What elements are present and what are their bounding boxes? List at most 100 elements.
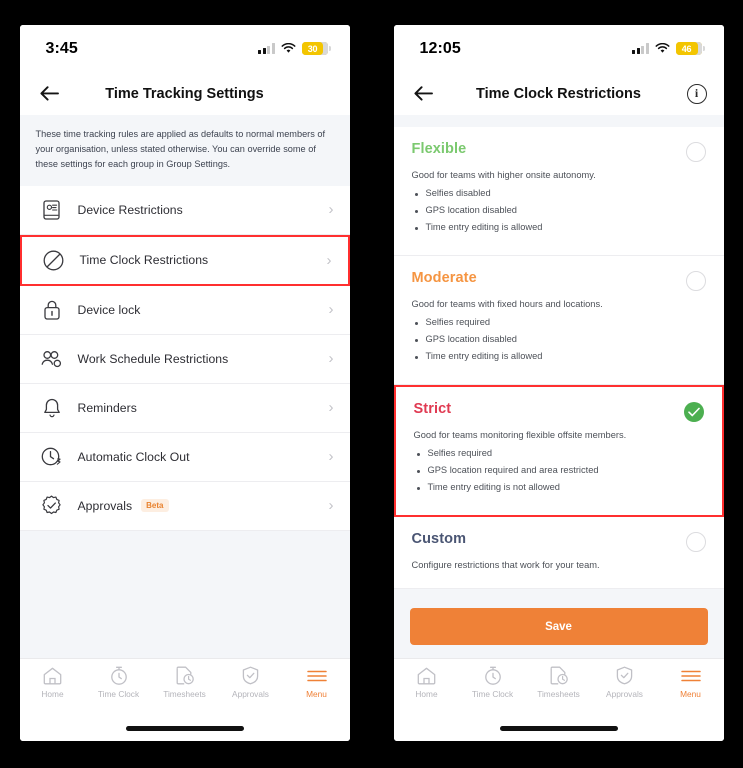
- option-radio-selected[interactable]: [683, 402, 704, 422]
- option-header: Custom: [412, 531, 706, 552]
- device-restrictions-icon: [40, 198, 64, 222]
- tab-label: Home: [415, 689, 438, 699]
- restriction-option-moderate[interactable]: Moderate Good for teams with fixed hours…: [393, 256, 724, 385]
- settings-row-label: Approvals: [77, 498, 133, 513]
- option-radio[interactable]: [685, 532, 706, 552]
- option-bullet-list: Selfies required GPS location required a…: [414, 448, 704, 492]
- settings-row-work-schedule-restrictions[interactable]: Work Schedule Restrictions ›: [19, 334, 350, 384]
- save-button[interactable]: Save: [409, 608, 708, 645]
- battery-icon: 46: [675, 42, 705, 55]
- tab-timesheets[interactable]: Timesheets: [152, 666, 218, 699]
- intro-note: These time tracking rules are applied as…: [19, 115, 350, 186]
- bell-icon: [40, 396, 64, 420]
- tab-home[interactable]: Home: [394, 666, 460, 699]
- option-bullet-list: Selfies disabled GPS location disabled T…: [412, 188, 706, 232]
- option-title: Flexible: [411, 141, 467, 157]
- tab-timesheets[interactable]: Timesheets: [526, 666, 592, 699]
- auto-clock-out-icon: [40, 445, 64, 469]
- tab-time-clock[interactable]: Time Clock: [460, 666, 526, 699]
- list-item: Time entry editing is not allowed: [414, 482, 704, 492]
- settings-row-device-restrictions[interactable]: Device Restrictions ›: [19, 185, 350, 235]
- stopwatch-icon: [110, 666, 128, 685]
- settings-row-label: Device Restrictions: [77, 202, 183, 217]
- back-button[interactable]: [37, 81, 63, 107]
- option-header: Moderate: [412, 270, 706, 291]
- option-description: Good for teams with fixed hours and loca…: [411, 299, 603, 309]
- right-status-bar: 12:05 46: [393, 25, 724, 72]
- settings-row-approvals[interactable]: Approvals Beta ›: [19, 481, 350, 531]
- tab-label: Timesheets: [537, 689, 580, 699]
- home-icon: [43, 666, 62, 685]
- settings-row-time-clock-restrictions[interactable]: Time Clock Restrictions ›: [19, 234, 350, 286]
- settings-row-label: Time Clock Restrictions: [79, 253, 209, 268]
- restriction-option-custom[interactable]: Custom Configure restrictions that work …: [393, 517, 724, 589]
- approvals-badge-icon: [40, 494, 64, 518]
- wifi-icon: [281, 43, 296, 54]
- option-description: Good for teams with higher onsite autono…: [411, 170, 596, 180]
- right-nav-bar: Time Clock Restrictions i: [393, 72, 724, 115]
- right-tab-bar: Home Time Clock Timesheets Approvals Men…: [393, 658, 724, 716]
- cellular-signal-icon: [258, 43, 275, 54]
- lock-icon: [40, 298, 64, 322]
- option-description: Configure restrictions that work for you…: [411, 560, 600, 570]
- tab-approvals[interactable]: Approvals: [218, 666, 284, 699]
- option-bullet-list: Selfies required GPS location disabled T…: [412, 317, 706, 361]
- info-circle-icon[interactable]: i: [686, 83, 707, 104]
- home-indicator: [19, 716, 350, 741]
- home-icon: [417, 666, 436, 685]
- right-screen-body: Flexible Good for teams with higher onsi…: [393, 115, 724, 658]
- tab-label: Timesheets: [163, 689, 206, 699]
- beta-badge: Beta: [141, 498, 169, 513]
- option-radio[interactable]: [685, 142, 706, 162]
- settings-row-label: Automatic Clock Out: [77, 449, 190, 464]
- list-item: GPS location disabled: [412, 205, 706, 215]
- home-indicator: [393, 716, 724, 741]
- settings-row-device-lock[interactable]: Device lock ›: [19, 285, 350, 335]
- timesheet-icon: [550, 666, 568, 685]
- option-title: Moderate: [411, 270, 477, 286]
- back-button[interactable]: [411, 81, 437, 107]
- settings-row-list: Device Restrictions › Time Clock Restric…: [19, 185, 350, 531]
- settings-row-automatic-clock-out[interactable]: Automatic Clock Out ›: [19, 432, 350, 482]
- option-header: Flexible: [412, 141, 706, 162]
- chevron-right-icon: ›: [328, 350, 334, 368]
- settings-row-reminders[interactable]: Reminders ›: [19, 383, 350, 433]
- list-item: Time entry editing is allowed: [412, 351, 706, 361]
- option-description: Good for teams monitoring flexible offsi…: [413, 430, 627, 440]
- restriction-option-strict[interactable]: Strict Good for teams monitoring flexibl…: [393, 385, 724, 517]
- cellular-signal-icon: [632, 43, 649, 54]
- chevron-right-icon: ›: [328, 399, 334, 417]
- tab-label: Menu: [680, 689, 701, 699]
- tab-label: Approvals: [232, 689, 269, 699]
- option-radio[interactable]: [685, 271, 706, 291]
- hamburger-menu-icon: [680, 666, 701, 685]
- settings-row-label: Work Schedule Restrictions: [77, 351, 229, 366]
- tab-label: Time Clock: [97, 689, 140, 699]
- list-item: Selfies required: [414, 448, 704, 458]
- people-icon: [40, 347, 64, 371]
- tab-home[interactable]: Home: [20, 666, 86, 699]
- status-bar-time: 12:05: [419, 39, 461, 57]
- list-item: Selfies required: [412, 317, 706, 327]
- tab-menu[interactable]: Menu: [284, 666, 350, 699]
- restriction-option-flexible[interactable]: Flexible Good for teams with higher onsi…: [393, 127, 724, 256]
- check-icon: [687, 407, 700, 417]
- shield-check-icon: [616, 666, 633, 685]
- stopwatch-icon: [484, 666, 502, 685]
- left-status-bar: 3:45 30: [19, 25, 350, 72]
- page-title: Time Clock Restrictions: [476, 85, 641, 102]
- right-phone-screen: 12:05 46 Time Clock Restrictions i Flexi…: [393, 25, 724, 741]
- hamburger-menu-icon: [306, 666, 327, 685]
- shield-check-icon: [242, 666, 259, 685]
- battery-level-label: 30: [307, 43, 318, 54]
- chevron-right-icon: ›: [328, 201, 334, 219]
- list-item: Selfies disabled: [412, 188, 706, 198]
- list-item: Time entry editing is allowed: [412, 222, 706, 232]
- tab-menu[interactable]: Menu: [658, 666, 724, 699]
- tab-approvals[interactable]: Approvals: [592, 666, 658, 699]
- save-area: Save: [393, 595, 724, 658]
- battery-level-label: 46: [681, 43, 692, 54]
- settings-row-label: Device lock: [77, 302, 141, 317]
- tab-time-clock[interactable]: Time Clock: [86, 666, 152, 699]
- tab-label: Approvals: [606, 689, 643, 699]
